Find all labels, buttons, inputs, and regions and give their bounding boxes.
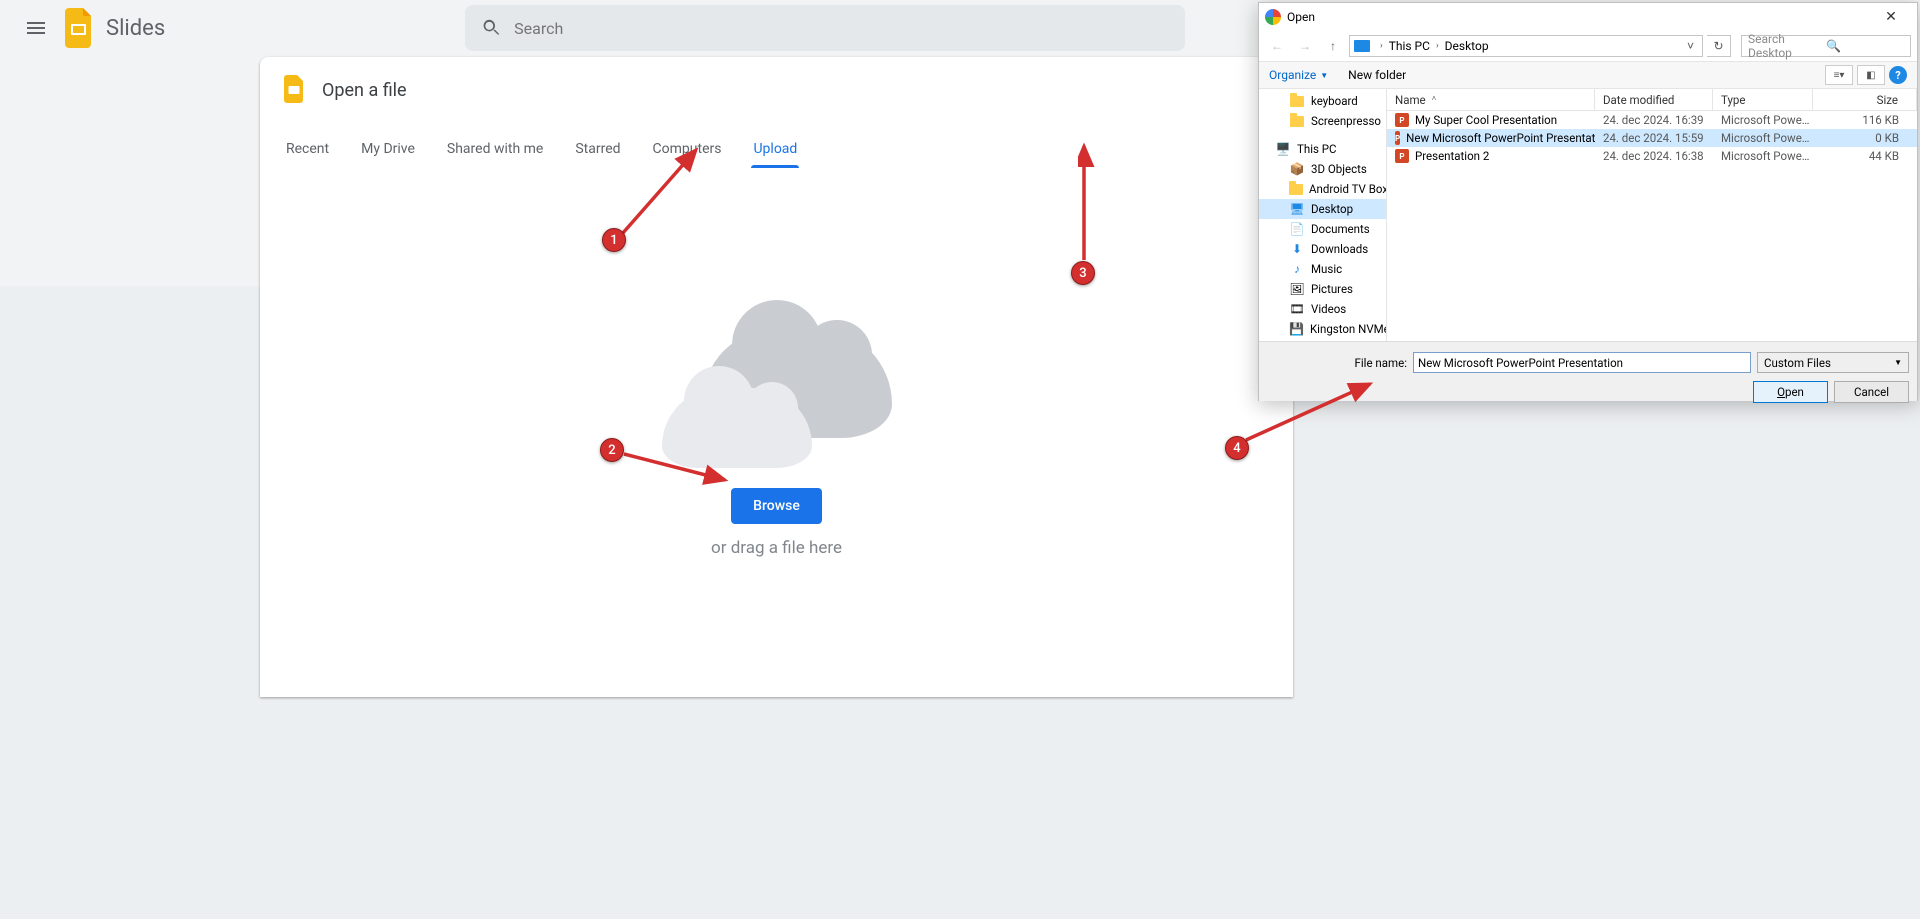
folder-tree[interactable]: keyboardScreenpresso 🖥️This PC📦3D Objects… (1259, 89, 1387, 341)
tree-item-keyboard[interactable]: keyboard (1259, 91, 1386, 111)
file-row[interactable]: PPresentation 224. dec 2024. 16:38Micros… (1387, 147, 1917, 165)
dialog-search[interactable]: Search Desktop 🔍 (1741, 35, 1911, 57)
tab-upload[interactable]: Upload (751, 131, 799, 167)
address-dropdown[interactable]: ˅ (1681, 39, 1700, 53)
breadcrumb-this-pc[interactable]: This PC (1387, 39, 1432, 53)
open-file-modal: Open a file Recent My Drive Shared with me… (260, 57, 1293, 697)
preview-pane-button[interactable]: ◧ (1857, 65, 1885, 85)
search-input[interactable] (514, 19, 1169, 38)
tab-computers[interactable]: Computers (651, 131, 724, 167)
help-button[interactable]: ? (1889, 66, 1907, 84)
tree-item-downloads[interactable]: ⬇Downloads (1259, 239, 1386, 259)
cancel-button[interactable]: Cancel (1834, 381, 1909, 403)
tree-item-wd-blue-d-[interactable]: 💾WD Blue (D:) (1259, 339, 1386, 341)
tab-recent[interactable]: Recent (284, 131, 331, 167)
chrome-icon (1265, 9, 1281, 25)
tree-item-desktop[interactable]: 🖥Desktop (1259, 199, 1386, 219)
location-icon (1354, 40, 1370, 52)
file-row[interactable]: PNew Microsoft PowerPoint Presentation24… (1387, 129, 1917, 147)
tree-item-3d-objects[interactable]: 📦3D Objects (1259, 159, 1386, 179)
col-name[interactable]: Name˄ (1387, 89, 1595, 110)
annotation-badge-4: 4 (1225, 436, 1249, 460)
app-name: Slides (106, 16, 165, 41)
cloud-illustration (662, 328, 892, 468)
powerpoint-icon: P (1395, 149, 1409, 163)
browse-button[interactable]: Browse (731, 488, 822, 524)
dialog-nav: ← → ↑ › This PC › Desktop ˅ ↻ Search Des… (1259, 31, 1917, 61)
refresh-button[interactable]: ↻ (1707, 35, 1731, 57)
chevron-right-icon: › (1432, 41, 1443, 51)
col-size[interactable]: Size (1813, 89, 1917, 110)
search-bar[interactable] (465, 5, 1185, 51)
annotation-badge-3: 3 (1071, 261, 1095, 285)
tab-starred[interactable]: Starred (573, 131, 622, 167)
slides-file-icon (284, 75, 308, 105)
chevron-right-icon: › (1376, 41, 1387, 51)
view-mode-button[interactable]: ≡▾ (1825, 65, 1853, 85)
chevron-down-icon: ▼ (1894, 358, 1902, 367)
search-icon (481, 17, 502, 39)
modal-title: Open a file (322, 80, 407, 101)
tree-item-this-pc[interactable]: 🖥️This PC (1259, 139, 1386, 159)
tree-item-android-tv-box[interactable]: Android TV Box (1259, 179, 1386, 199)
search-icon: 🔍 (1826, 39, 1904, 53)
file-name-input[interactable] (1413, 352, 1751, 373)
tree-item-screenpresso[interactable]: Screenpresso (1259, 111, 1386, 131)
chevron-down-icon: ▼ (1320, 71, 1328, 80)
modal-tabs: Recent My Drive Shared with me Starred Compu… (260, 131, 1293, 168)
col-date[interactable]: Date modified (1595, 89, 1713, 110)
column-headers: Name˄ Date modified Type Size (1387, 89, 1917, 111)
file-row[interactable]: PMy Super Cool Presentation24. dec 2024.… (1387, 111, 1917, 129)
nav-up-button[interactable]: ↑ (1321, 34, 1345, 58)
annotation-badge-2: 2 (600, 438, 624, 462)
tree-item-music[interactable]: ♪Music (1259, 259, 1386, 279)
windows-open-dialog: Open ✕ ← → ↑ › This PC › Desktop ˅ ↻ Sea… (1258, 2, 1918, 401)
nav-forward-button[interactable]: → (1293, 34, 1317, 58)
dialog-search-placeholder: Search Desktop (1748, 32, 1826, 60)
dialog-titlebar: Open ✕ (1259, 3, 1917, 31)
dialog-footer: File name: Custom Files ▼ Open Cancel (1259, 341, 1917, 401)
powerpoint-icon: P (1395, 113, 1409, 127)
breadcrumb-desktop[interactable]: Desktop (1443, 39, 1491, 53)
sort-indicator-icon: ˄ (1432, 94, 1437, 103)
tree-item-videos[interactable]: 🎞Videos (1259, 299, 1386, 319)
dialog-toolbar: Organize▼ New folder ≡▾ ◧ ? (1259, 61, 1917, 89)
file-type-filter[interactable]: Custom Files ▼ (1757, 352, 1909, 373)
slides-logo[interactable]: Slides (64, 8, 165, 48)
annotation-badge-1: 1 (602, 228, 626, 252)
hamburger-icon (24, 16, 48, 40)
tree-item-documents[interactable]: 📄Documents (1259, 219, 1386, 239)
file-list: Name˄ Date modified Type Size PMy Super … (1387, 89, 1917, 341)
tab-shared-with-me[interactable]: Shared with me (445, 131, 545, 167)
main-menu-button[interactable] (12, 4, 60, 52)
tree-item-kingston-nvme[interactable]: 💾Kingston NVMe (1259, 319, 1386, 339)
organize-menu[interactable]: Organize▼ (1269, 68, 1328, 82)
col-type[interactable]: Type (1713, 89, 1813, 110)
new-folder-button[interactable]: New folder (1348, 68, 1406, 82)
drag-hint-text: or drag a file here (711, 538, 842, 558)
nav-back-button[interactable]: ← (1265, 34, 1289, 58)
address-bar[interactable]: › This PC › Desktop ˅ (1349, 35, 1703, 57)
powerpoint-icon: P (1395, 131, 1400, 145)
file-name-label: File name: (1267, 356, 1407, 370)
slides-logo-icon (64, 8, 96, 48)
dialog-close-button[interactable]: ✕ (1871, 4, 1911, 30)
open-button[interactable]: Open (1753, 381, 1828, 403)
tab-my-drive[interactable]: My Drive (359, 131, 417, 167)
tree-item-pictures[interactable]: 🖼Pictures (1259, 279, 1386, 299)
dialog-title: Open (1287, 10, 1315, 24)
